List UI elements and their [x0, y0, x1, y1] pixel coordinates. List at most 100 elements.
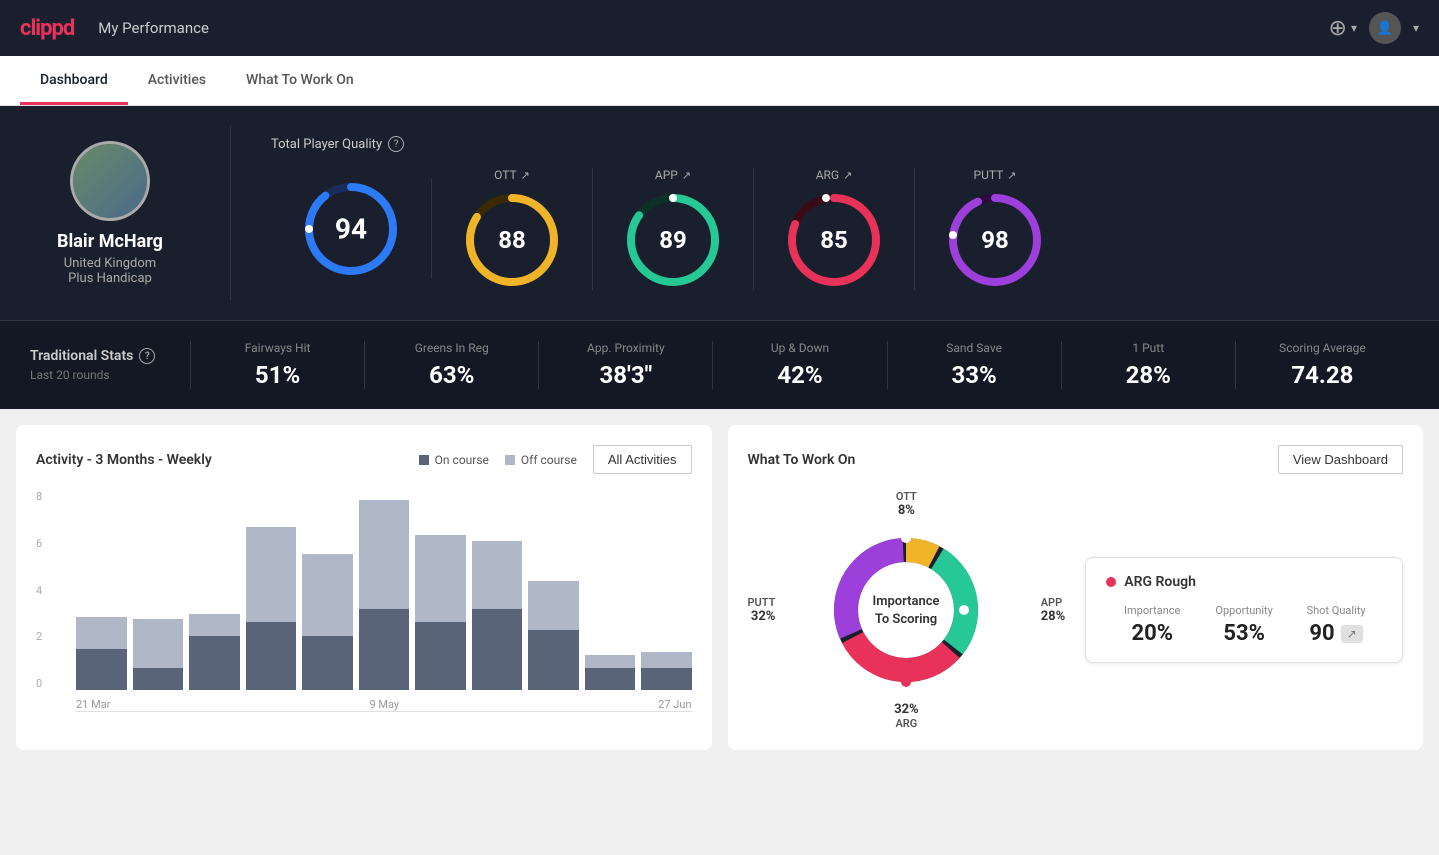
arg-outer-label: 32% ARG [894, 702, 919, 730]
bar-group [528, 490, 579, 690]
detail-importance-value: 20% [1106, 621, 1198, 646]
ott-value: 88 [498, 226, 526, 254]
player-info: Blair McHarg United Kingdom Plus Handica… [30, 141, 190, 286]
bar-on-course [585, 668, 636, 690]
user-avatar[interactable]: 👤 [1369, 12, 1401, 44]
x-label-3: 27 Jun [658, 698, 691, 711]
bar-on-course [246, 622, 297, 690]
bar-group [359, 490, 410, 690]
putt-value: 98 [981, 226, 1009, 254]
trad-stat-help-icon[interactable]: ? [139, 348, 155, 364]
chart-body: 8 6 4 2 0 21 Mar 9 May 27 Jun [36, 490, 692, 712]
stat-updown: Up & Down 42% [712, 341, 886, 389]
nav-tabs: Dashboard Activities What To Work On [0, 56, 1439, 106]
stat-greens-value: 63% [385, 361, 518, 389]
bottom-section: Activity - 3 Months - Weekly On course O… [0, 409, 1439, 766]
bar-group [415, 490, 466, 690]
ott-gauge: 88 [462, 190, 562, 290]
all-activities-button[interactable]: All Activities [593, 445, 692, 474]
bar-off-course [641, 652, 692, 668]
app-arrow-icon: ↗ [682, 169, 691, 182]
bar-group [133, 490, 184, 690]
bar-on-course [472, 609, 523, 690]
detail-card: ARG Rough Importance 20% Opportunity 53%… [1085, 557, 1403, 663]
putt-arrow-icon: ↗ [1007, 169, 1016, 182]
avatar-chevron: ▾ [1413, 21, 1419, 35]
header-right: ⊕ ▾ 👤 ▾ [1329, 12, 1420, 44]
quality-help-icon[interactable]: ? [388, 136, 404, 152]
arg-gauge: 85 [784, 190, 884, 290]
detail-importance-label: Importance [1106, 604, 1198, 617]
add-icon: ⊕ [1329, 16, 1347, 41]
wtw-body: OTT 8% APP 28% 32% ARG PUTT 32% [748, 490, 1404, 730]
view-dashboard-button[interactable]: View Dashboard [1278, 445, 1403, 474]
ott-outer-label: OTT 8% [896, 490, 917, 518]
bar-on-course [189, 636, 240, 690]
arg-label: ARG ↗ [816, 168, 853, 182]
avatar-icon: 👤 [1377, 21, 1393, 36]
bar-on-course [76, 649, 127, 690]
bar-group [246, 490, 297, 690]
total-quality-gauge: 94 [301, 179, 401, 279]
detail-shotquality-value: 90 [1309, 621, 1334, 646]
wtw-header: What To Work On View Dashboard [748, 445, 1404, 474]
detail-dot [1106, 577, 1116, 587]
app-gauge: 89 [623, 190, 723, 290]
stat-scoring-label: Scoring Average [1256, 341, 1389, 355]
shot-quality-badge: ↗ [1341, 625, 1363, 643]
y-label-0: 0 [36, 677, 42, 690]
bar-group [585, 490, 636, 690]
y-axis: 8 6 4 2 0 [36, 490, 42, 690]
total-quality-metric: 94 [271, 179, 432, 279]
bar-group [641, 490, 692, 690]
arg-metric: ARG ↗ 85 [754, 168, 915, 290]
app-outer-label: APP 28% [1041, 596, 1066, 624]
traditional-stats: Traditional Stats ? Last 20 rounds Fairw… [0, 320, 1439, 409]
x-axis-labels: 21 Mar 9 May 27 Jun [76, 698, 692, 711]
x-label-1: 21 Mar [76, 698, 110, 711]
tab-what-to-work-on[interactable]: What To Work On [226, 56, 374, 105]
bar-on-course [641, 668, 692, 690]
bar-off-course [76, 617, 127, 649]
legend-on-course: On course [419, 453, 489, 467]
trad-stat-info: Traditional Stats ? Last 20 rounds [30, 348, 190, 382]
quality-section: Total Player Quality ? 94 OTT [271, 136, 1409, 290]
stat-fairways: Fairways Hit 51% [190, 341, 364, 389]
y-label-4: 4 [36, 584, 42, 597]
bar-off-course [415, 535, 466, 622]
bar-off-course [585, 655, 636, 668]
header: clippd My Performance ⊕ ▾ 👤 ▾ [0, 0, 1439, 56]
tab-activities[interactable]: Activities [128, 56, 226, 105]
bar-off-course [246, 527, 297, 622]
stat-greens-label: Greens In Reg [385, 341, 518, 355]
detail-header: ARG Rough [1106, 574, 1382, 590]
detail-section: ARG Rough Importance 20% Opportunity 53%… [1085, 490, 1403, 730]
bar-area: 21 Mar 9 May 27 Jun [76, 490, 692, 712]
wtw-title: What To Work On [748, 452, 856, 468]
stat-fairways-label: Fairways Hit [211, 341, 344, 355]
legend-off-course-dot [505, 455, 515, 465]
chart-controls: On course Off course All Activities [419, 445, 692, 474]
stat-greens: Greens In Reg 63% [364, 341, 538, 389]
bar-on-course [359, 609, 410, 690]
logo: clippd My Performance [20, 16, 209, 41]
add-button[interactable]: ⊕ ▾ [1329, 16, 1357, 41]
divider [230, 126, 231, 300]
detail-shotquality: Shot Quality 90 ↗ [1290, 604, 1382, 646]
detail-opportunity-label: Opportunity [1198, 604, 1290, 617]
ott-metric: OTT ↗ 88 [432, 168, 593, 290]
tab-dashboard[interactable]: Dashboard [20, 56, 128, 105]
stat-1putt: 1 Putt 28% [1061, 341, 1235, 389]
ott-arrow-icon: ↗ [521, 169, 530, 182]
bar-off-course [133, 619, 184, 668]
logo-text: clippd [20, 16, 74, 41]
y-label-2: 2 [36, 630, 42, 643]
stat-1putt-value: 28% [1082, 361, 1215, 389]
putt-label: PUTT ↗ [974, 168, 1017, 182]
donut-section: OTT 8% APP 28% 32% ARG PUTT 32% [748, 490, 1066, 730]
arg-arrow-icon: ↗ [843, 169, 852, 182]
stat-sandsave-label: Sand Save [908, 341, 1041, 355]
detail-opportunity-value: 53% [1198, 621, 1290, 646]
player-handicap: Plus Handicap [68, 271, 152, 286]
bar-off-course [359, 500, 410, 609]
